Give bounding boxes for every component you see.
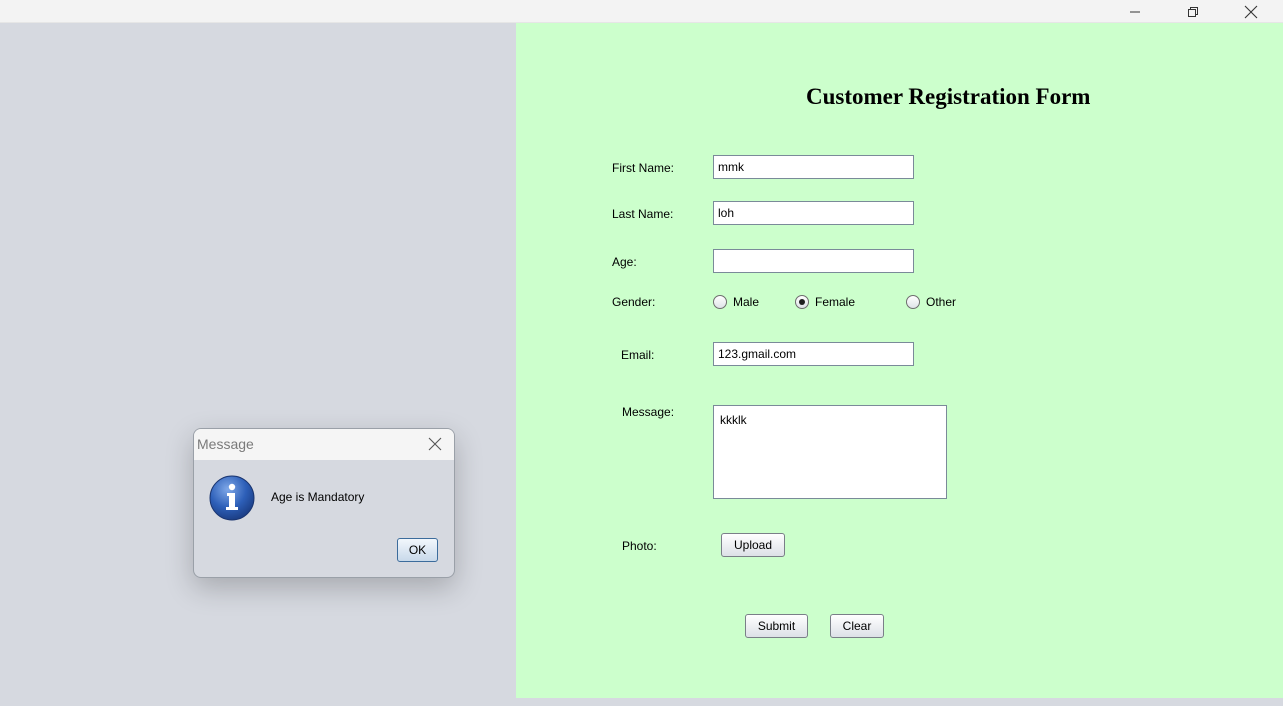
window-titlebar — [0, 0, 1283, 23]
dialog-titlebar[interactable]: Message — [194, 429, 454, 460]
email-label: Email: — [621, 348, 655, 362]
last-name-label: Last Name: — [612, 207, 674, 221]
submit-button[interactable]: Submit — [745, 614, 808, 638]
radio-button-icon — [713, 295, 727, 309]
message-dialog: Message Age is Mandatory OK — [193, 428, 455, 578]
gender-radio-male[interactable]: Male — [713, 295, 759, 309]
message-label: Message: — [622, 405, 675, 419]
gender-option-label: Female — [815, 295, 856, 309]
age-field[interactable] — [713, 249, 914, 273]
radio-button-icon — [906, 295, 920, 309]
gender-radio-female[interactable]: Female — [795, 295, 855, 309]
dialog-title: Message — [197, 436, 254, 452]
info-icon — [208, 474, 256, 525]
last-name-field[interactable]: loh — [713, 201, 914, 225]
email-field[interactable]: 123.gmail.com — [713, 342, 914, 366]
gender-label: Gender: — [612, 295, 656, 309]
close-icon[interactable] — [427, 436, 443, 455]
restore-icon[interactable] — [1170, 0, 1216, 23]
dialog-message: Age is Mandatory — [271, 490, 365, 504]
upload-button[interactable]: Upload — [721, 533, 785, 557]
radio-button-selected-icon — [795, 295, 809, 309]
gender-radio-other[interactable]: Other — [906, 295, 956, 309]
minimize-icon[interactable] — [1112, 0, 1158, 23]
empty-desktop-area — [0, 23, 516, 706]
close-icon[interactable] — [1228, 0, 1274, 23]
first-name-field[interactable]: mmk — [713, 155, 914, 179]
window-bottom-strip — [516, 698, 1283, 706]
age-label: Age: — [612, 255, 637, 269]
photo-label: Photo: — [622, 539, 657, 553]
clear-button[interactable]: Clear — [830, 614, 884, 638]
message-textarea[interactable]: kkklk — [713, 405, 947, 499]
gender-option-label: Other — [926, 295, 957, 309]
gender-option-label: Male — [733, 295, 760, 309]
first-name-label: First Name: — [612, 161, 675, 175]
ok-button[interactable]: OK — [397, 538, 438, 562]
form-title: Customer Registration Form — [806, 84, 1091, 109]
